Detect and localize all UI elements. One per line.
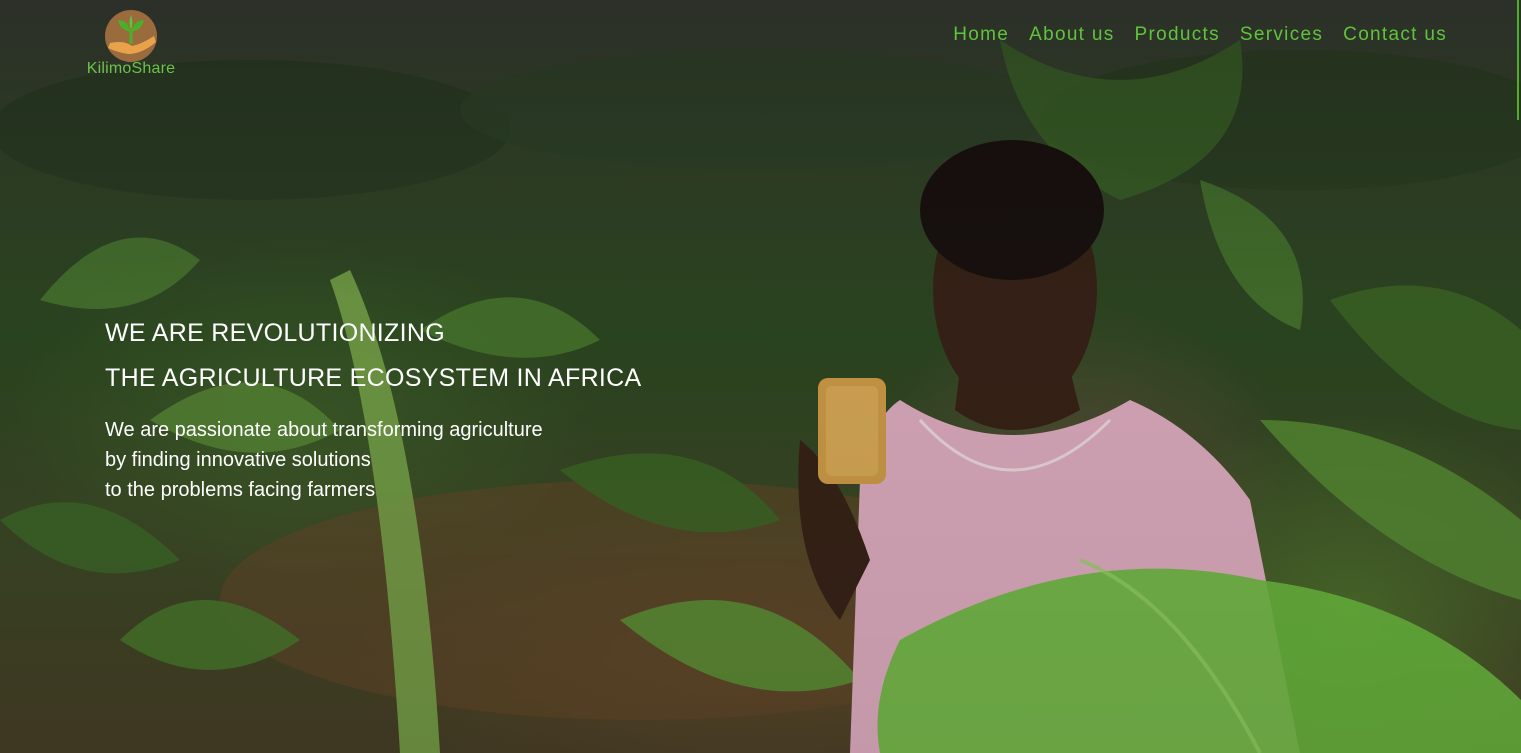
hero-headline-line-2: THE AGRICULTURE ECOSYSTEM IN AFRICA xyxy=(105,364,642,392)
nav-item-contact-us[interactable]: Contact us xyxy=(1343,22,1447,48)
hero-subtext: We are passionate about transforming agr… xyxy=(105,415,543,505)
hero-subtext-line-2: by finding innovative solutions xyxy=(105,449,371,471)
brand-name: KilimoShare xyxy=(86,60,176,77)
nav-item-products[interactable]: Products xyxy=(1135,22,1220,48)
nav-item-services[interactable]: Services xyxy=(1240,22,1323,48)
hero-headline: WE ARE REVOLUTIONIZING THE AGRICULTURE E… xyxy=(105,311,642,401)
hero-headline-line-1: WE ARE REVOLUTIONIZING xyxy=(105,319,445,347)
sprout-in-hand-icon xyxy=(105,10,157,62)
main-navigation: Home About us Products Services Contact … xyxy=(953,22,1447,48)
nav-item-home[interactable]: Home xyxy=(953,22,1009,48)
scroll-indicator xyxy=(1517,0,1519,120)
nav-item-about-us[interactable]: About us xyxy=(1029,22,1114,48)
brand-logo[interactable]: KilimoShare xyxy=(78,10,184,82)
hero-subtext-line-1: We are passionate about transforming agr… xyxy=(105,419,543,441)
hero-subtext-line-3: to the problems facing farmers xyxy=(105,479,376,501)
